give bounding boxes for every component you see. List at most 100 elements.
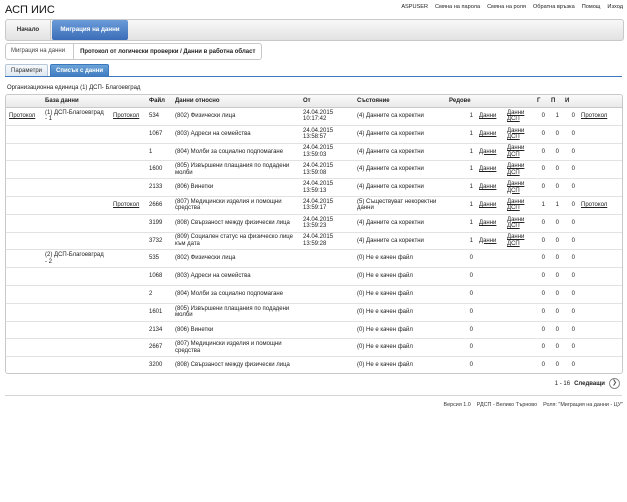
col-i[interactable]: И xyxy=(562,95,578,108)
logout-link[interactable]: Изход xyxy=(607,4,623,10)
footer-office: РДСП - Велико Търново xyxy=(476,402,538,408)
col-status[interactable]: Състояние xyxy=(354,95,446,108)
file-id-cell-cell: 1 xyxy=(146,143,172,162)
protocol-link-left-cell xyxy=(6,356,42,373)
data-link[interactable]: Данни xyxy=(479,238,496,244)
dsp-data-link[interactable]: Данни ДСП xyxy=(507,145,524,158)
file-id-cell-cell: 2133 xyxy=(146,178,172,197)
about-cell-cell: (807) Медицински изделия и помощни средс… xyxy=(172,338,300,358)
dsp-data-link-cell xyxy=(504,338,534,358)
main-nav: Начало Миграция на данни xyxy=(5,19,624,41)
dsp-data-link[interactable]: Данни ДСП xyxy=(507,128,524,141)
protocol-link-mid[interactable]: Протокол xyxy=(113,202,139,208)
table-row: 2667 (807) Медицински изделия и помощни с… xyxy=(6,338,622,358)
file-id-cell-cell: 534 xyxy=(146,107,172,126)
status-cell-cell: (0) Не е качен файл xyxy=(354,303,446,322)
col-protocol-right xyxy=(578,95,622,108)
pager-range: 1 - 16 xyxy=(554,380,571,387)
g-count-cell-cell: 0 xyxy=(534,338,548,358)
g-count-cell-cell: 0 xyxy=(534,267,548,286)
about-cell-cell: (805) Извършени плащания по подадени мол… xyxy=(172,160,300,180)
col-database[interactable]: База данни xyxy=(42,95,110,108)
g-count-cell-cell: 1 xyxy=(534,196,548,215)
dsp-data-link-cell: Данни ДСП xyxy=(504,178,534,197)
pager-next[interactable]: Следващи xyxy=(574,381,605,387)
col-from[interactable]: От xyxy=(300,95,354,108)
file-id-cell-cell: 3200 xyxy=(146,356,172,373)
i-count-cell-cell: 0 xyxy=(562,338,578,358)
dsp-data-link-cell xyxy=(504,267,534,286)
org-unit-label: Организационна единица (1) ДСП- Благоевг… xyxy=(7,85,141,91)
dsp-data-link[interactable]: Данни ДСП xyxy=(507,217,524,230)
dsp-data-link-cell xyxy=(504,285,534,304)
file-id-cell-cell: 2666 xyxy=(146,196,172,215)
dsp-data-link[interactable]: Данни ДСП xyxy=(507,199,524,212)
nav-home[interactable]: Начало xyxy=(6,20,51,40)
g-count-cell-cell: 0 xyxy=(534,107,548,126)
data-link-cell: Данни xyxy=(476,196,504,215)
dsp-data-link[interactable]: Данни ДСП xyxy=(507,163,524,176)
data-link-cell: Данни xyxy=(476,125,504,144)
data-link-cell: Данни xyxy=(476,178,504,197)
about-cell-cell: (808) Свързаност между физически лица xyxy=(172,214,300,233)
change-role-link[interactable]: Смяна на роля xyxy=(487,4,526,10)
col-p[interactable]: П xyxy=(548,95,562,108)
user-link[interactable]: ASPUSER xyxy=(401,4,428,10)
file-id-cell-cell: 2134 xyxy=(146,321,172,340)
data-link[interactable]: Данни xyxy=(479,113,496,119)
change-password-link[interactable]: Смяна на парола xyxy=(435,4,480,10)
table-row: 3732 (809) Социален статус на физическо л… xyxy=(6,232,622,251)
dsp-data-link-cell xyxy=(504,249,534,269)
g-count-cell-cell: 0 xyxy=(534,143,548,162)
help-link[interactable]: Помощ xyxy=(582,4,601,10)
table-row: 1601 (805) Извършени плащания по подадени… xyxy=(6,303,622,322)
protocol-link-mid-cell xyxy=(110,125,146,144)
rows-count-cell-cell: 1 xyxy=(446,178,476,197)
col-g[interactable]: Г xyxy=(534,95,548,108)
dsp-data-link[interactable]: Данни ДСП xyxy=(507,110,524,123)
data-link[interactable]: Данни xyxy=(479,166,496,172)
protocol-link-left[interactable]: Протокол xyxy=(9,113,35,119)
p-count-cell-cell: 0 xyxy=(548,125,562,144)
protocol-link-left-cell xyxy=(6,267,42,286)
tab-divider xyxy=(5,76,622,77)
file-id-cell-cell: 3199 xyxy=(146,214,172,233)
about-cell-cell: (803) Адреси на семейства xyxy=(172,267,300,286)
protocol-link-right-cell xyxy=(578,321,622,340)
dsp-data-link[interactable]: Данни ДСП xyxy=(507,234,524,247)
rows-count-cell-cell: 0 xyxy=(446,285,476,304)
data-link[interactable]: Данни xyxy=(479,220,496,226)
protocol-link-right[interactable]: Протокол xyxy=(581,113,607,119)
about-cell-cell: (803) Адреси на семейства xyxy=(172,125,300,144)
dsp-data-link[interactable]: Данни ДСП xyxy=(507,181,524,194)
breadcrumb-migration[interactable]: Миграция на данни xyxy=(6,44,75,59)
data-link[interactable]: Данни xyxy=(479,184,496,190)
data-link[interactable]: Данни xyxy=(479,149,496,155)
feedback-link[interactable]: Обратна връзка xyxy=(533,4,575,10)
col-rows[interactable]: Редове xyxy=(446,95,476,108)
rows-count-cell-cell: 0 xyxy=(446,267,476,286)
protocol-link-mid-cell xyxy=(110,303,146,322)
from-date-cell-cell xyxy=(300,267,354,286)
data-link[interactable]: Данни xyxy=(479,131,496,137)
table-row: 2 (804) Молби за социално подпомагане (0) … xyxy=(6,285,622,304)
nav-migration[interactable]: Миграция на данни xyxy=(52,20,128,40)
database-cell-cell xyxy=(42,303,110,322)
p-count-cell-cell: 0 xyxy=(548,178,562,197)
protocol-link-right[interactable]: Протокол xyxy=(581,202,607,208)
database-cell-cell xyxy=(42,321,110,340)
protocol-link-mid[interactable]: Протокол xyxy=(113,113,139,119)
from-date-cell-cell xyxy=(300,303,354,322)
rows-count-cell-cell: 0 xyxy=(446,321,476,340)
p-count-cell-cell: 0 xyxy=(548,321,562,340)
col-about[interactable]: Данни относно xyxy=(172,95,300,108)
protocol-link-right-cell xyxy=(578,285,622,304)
dsp-data-link-cell xyxy=(504,356,534,373)
status-cell-cell: (0) Не е качен файл xyxy=(354,285,446,304)
data-link[interactable]: Данни xyxy=(479,202,496,208)
status-cell-cell: (4) Данните са коректни xyxy=(354,107,446,126)
dsp-data-link-cell: Данни ДСП xyxy=(504,196,534,215)
arrow-right-icon[interactable]: ❯ xyxy=(609,378,620,389)
p-count-cell-cell: 0 xyxy=(548,249,562,269)
col-file[interactable]: Файл xyxy=(146,95,172,108)
